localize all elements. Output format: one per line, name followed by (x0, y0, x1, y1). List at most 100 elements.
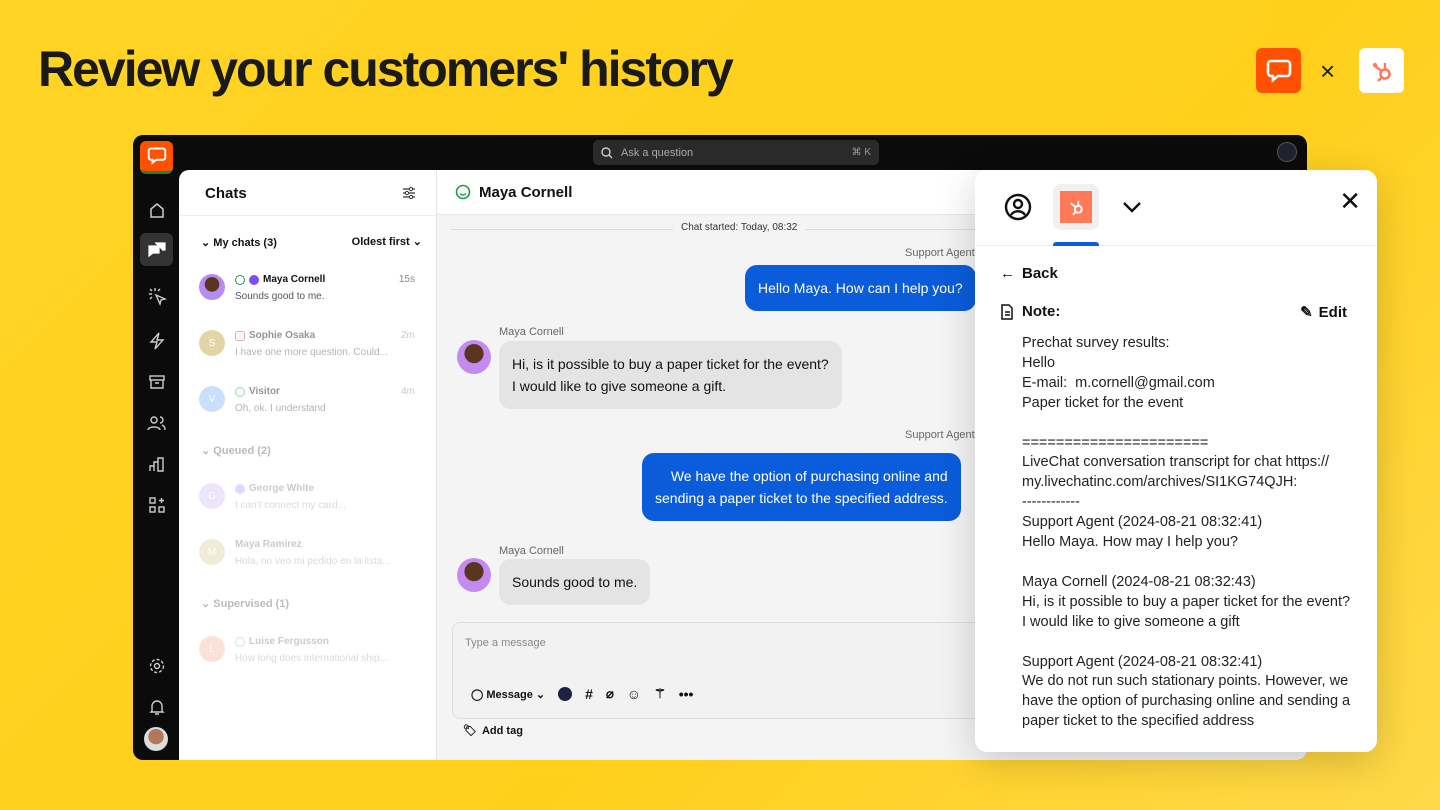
ai-assistant-icon[interactable] (1277, 142, 1297, 162)
hubspot-logo (1359, 48, 1404, 93)
chat-preview: Oh, ok. I understand (235, 403, 326, 414)
engage-icon[interactable] (140, 279, 173, 312)
hubspot-tab[interactable] (1053, 184, 1099, 246)
user-avatar[interactable] (144, 727, 168, 751)
message-bubble: We have the option of purchasing online … (642, 453, 961, 521)
chat-preview: I can't connect my card... (235, 500, 346, 511)
archives-icon[interactable] (140, 365, 173, 398)
avatar (457, 340, 491, 374)
settings-icon[interactable] (140, 649, 173, 682)
smiley-icon (455, 184, 471, 200)
arrow-left-icon: ← (1000, 265, 1015, 282)
message-bubble: Sounds good to me. (499, 559, 651, 605)
ask-question-search[interactable]: Ask a question ⌘ K (593, 140, 879, 165)
chat-list-item[interactable]: S Sophie Osaka I have one more question.… (179, 330, 437, 380)
notifications-icon[interactable] (140, 690, 173, 723)
pencil-icon: ✎ (1300, 304, 1313, 321)
edit-button[interactable]: ✎ Edit (1300, 303, 1347, 322)
close-icon[interactable]: ✕ (1339, 188, 1361, 214)
queued-label: Queued (2) (213, 445, 271, 457)
note-body: Prechat survey results: Hello E-mail: m.… (1022, 335, 1351, 730)
more-tabs-dropdown[interactable] (1109, 184, 1155, 230)
message-mode-dropdown[interactable]: ◯ Message ⌄ (471, 688, 545, 701)
customer-name: Maya Cornell (479, 183, 573, 201)
home-icon[interactable] (140, 193, 173, 226)
sender-label: Maya Cornell (499, 326, 564, 338)
avatar: S (199, 330, 225, 356)
chat-name: Visitor (249, 386, 280, 397)
composer-placeholder: Type a message (465, 637, 546, 649)
sender-label: Support Agent (905, 247, 975, 259)
avatar: L (199, 636, 225, 662)
chat-time: 4m (401, 386, 415, 397)
search-placeholder: Ask a question (621, 146, 694, 159)
queued-section-toggle[interactable]: ⌄ Queued (2) (201, 444, 271, 457)
add-tag-button[interactable]: 🏷︎ Add tag (463, 724, 523, 738)
magic-wand-icon[interactable]: ⚚ (654, 686, 666, 702)
message-bubble: Hello Maya. How can I help you? (745, 265, 976, 311)
search-shortcut: ⌘ K (851, 147, 871, 158)
my-chats-section-toggle[interactable]: ⌄ My chats (3) (201, 236, 277, 249)
message-composer[interactable]: Type a message ◯ Message ⌄ # ⌀ ☺ ⚚ ••• (452, 622, 1012, 719)
add-tag-label: Add tag (481, 724, 523, 737)
hubspot-details-panel: ✕ ← Back Note: ✎ Edit Prechat survey resul… (975, 170, 1377, 752)
hashtag-icon[interactable]: # (585, 686, 593, 702)
chat-name: George White (249, 483, 315, 494)
headline: Review your customers' history (38, 41, 734, 97)
chat-preview: Hola, no veo mi pedido en la lista... (235, 556, 391, 567)
reports-icon[interactable] (140, 447, 173, 480)
apps-icon[interactable] (140, 488, 173, 521)
livechat-logo-icon[interactable] (140, 141, 173, 174)
ai-icon[interactable] (558, 687, 573, 701)
chats-title: Chats (205, 185, 247, 202)
automate-icon[interactable] (140, 324, 173, 357)
chat-list-item[interactable]: V Visitor Oh, ok. I understand 4m (179, 386, 437, 436)
sender-label: Support Agent (905, 429, 975, 441)
more-icon[interactable]: ••• (679, 686, 694, 702)
team-icon[interactable] (140, 406, 173, 439)
chat-time: 15s (398, 274, 415, 285)
chat-name: Luise Fergusson (249, 636, 330, 647)
tag-icon: 🏷︎ (463, 725, 477, 737)
integration-separator: × (1320, 56, 1336, 86)
supervised-section-toggle[interactable]: ⌄ Supervised (1) (201, 597, 289, 610)
divider (179, 215, 436, 216)
chat-name: Sophie Osaka (249, 330, 316, 341)
chat-started-label: Chat started: Today, 08:32 (673, 222, 806, 233)
avatar: G (199, 483, 225, 509)
avatar: M (199, 539, 225, 565)
chat-time: 2m (401, 330, 415, 341)
messenger-icon (249, 274, 259, 285)
chat-list-item[interactable]: L Luise Fergusson How long does internat… (179, 636, 437, 686)
sidebar (133, 135, 179, 760)
livechat-logo (1256, 48, 1301, 93)
chat-preview: How long does international ship... (235, 653, 388, 664)
sort-dropdown[interactable]: Oldest first ⌄ (352, 235, 422, 248)
avatar: V (199, 386, 225, 412)
chat-name: Maya Ramirez (235, 539, 302, 550)
smiley-icon (235, 636, 245, 647)
filter-icon[interactable] (402, 186, 416, 200)
emoji-icon[interactable]: ☺ (627, 686, 641, 702)
chat-list-item[interactable]: M Maya Ramirez Hola, no veo mi pedido en… (179, 539, 437, 589)
customer-profile-tab[interactable] (995, 184, 1041, 230)
user-circle-icon (1004, 193, 1032, 221)
chat-preview: I have one more question. Could... (235, 347, 388, 358)
chat-preview: Sounds good to me. (235, 291, 325, 302)
hubspot-icon (1060, 191, 1092, 223)
search-icon (601, 146, 613, 158)
my-chats-label: My chats (3) (213, 237, 277, 249)
edit-label: Edit (1318, 303, 1347, 321)
note-label: Note: (1022, 303, 1061, 320)
sort-label: Oldest first (351, 236, 410, 248)
avatar (199, 274, 225, 300)
chat-list-item[interactable]: Maya Cornell Sounds good to me. 15s (179, 274, 437, 324)
note-header: Note: (1000, 303, 1060, 320)
back-button[interactable]: ← Back (1000, 265, 1058, 282)
message-bubble: Hi, is it possible to buy a paper ticket… (499, 341, 842, 409)
chat-list-item[interactable]: G George White I can't connect my card..… (179, 483, 437, 533)
attachment-icon[interactable]: ⌀ (606, 686, 614, 702)
chats-icon[interactable] (140, 233, 173, 266)
smiley-icon (235, 274, 245, 285)
message-mode-label: Message (486, 688, 533, 701)
